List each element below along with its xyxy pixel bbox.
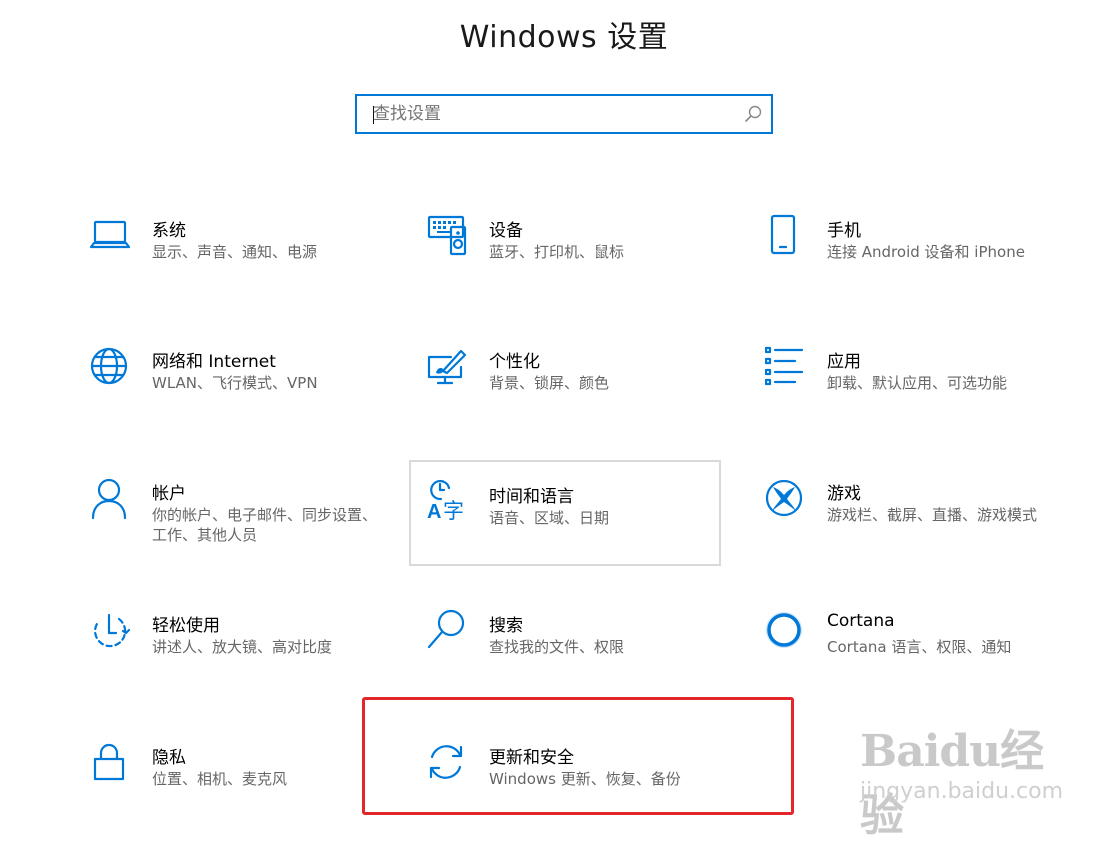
tile-name: 隐私 — [152, 748, 186, 768]
tile-personalization[interactable]: 个性化 背景、锁屏、颜色 — [427, 345, 739, 449]
tile-desc: 显示、声音、通知、电源 — [152, 243, 318, 261]
tile-privacy[interactable]: 隐私 位置、相机、麦克风 — [90, 741, 402, 845]
tile-accounts[interactable]: 帐户 你的帐户、电子邮件、同步设置、工作、其他人员 — [90, 477, 402, 581]
tile-desc: 蓝牙、打印机、鼠标 — [489, 243, 625, 261]
tile-apps[interactable]: 应用 卸载、默认应用、可选功能 — [765, 345, 1077, 449]
phone-icon — [770, 214, 796, 255]
globe-icon — [90, 347, 128, 385]
xbox-icon — [765, 479, 803, 517]
tile-desc: Cortana 语言、权限、通知 — [827, 638, 1012, 656]
search-magnifier-icon — [427, 609, 465, 649]
tile-desc: 卸载、默认应用、可选功能 — [827, 374, 1008, 392]
tile-desc: WLAN、飞行模式、VPN — [152, 374, 318, 392]
tile-cortana[interactable]: Cortana Cortana 语言、权限、通知 — [765, 609, 1077, 713]
keyboard-speaker-icon — [427, 215, 467, 256]
search-box[interactable] — [355, 94, 773, 134]
tile-desc: 语音、区域、日期 — [489, 509, 610, 527]
tile-name: 手机 — [827, 221, 861, 241]
laptop-icon — [90, 220, 131, 249]
tile-name: 搜索 — [489, 616, 523, 636]
tile-name: 个性化 — [489, 352, 540, 372]
tile-system[interactable]: 系统 显示、声音、通知、电源 — [90, 214, 402, 318]
tile-desc: 讲述人、放大镜、高对比度 — [152, 638, 333, 656]
tile-desc: 游戏栏、截屏、直播、游戏模式 — [827, 506, 1038, 524]
tile-name: 系统 — [152, 221, 186, 241]
tile-name: 网络和 Internet — [152, 352, 276, 372]
tile-name: 应用 — [827, 352, 861, 372]
cortana-icon — [766, 612, 802, 648]
tile-devices[interactable]: 设备 蓝牙、打印机、鼠标 — [427, 214, 739, 318]
tile-desc: 位置、相机、麦克风 — [152, 770, 288, 788]
lock-icon — [93, 743, 125, 781]
tile-desc: 你的帐户、电子邮件、同步设置、工作、其他人员 — [152, 506, 378, 544]
tile-name: 轻松使用 — [152, 616, 220, 636]
watermark-url: jingyan.baidu.com — [860, 779, 1064, 804]
watermark: Baidu经验 jingyan.baidu.com — [860, 715, 1070, 841]
svg-text:A: A — [427, 501, 441, 522]
tile-ease-of-access[interactable]: 轻松使用 讲述人、放大镜、高对比度 — [90, 609, 402, 713]
ease-of-access-icon — [94, 613, 131, 648]
clock-language-icon: A 字 — [427, 479, 464, 522]
highlight-annotation-box — [362, 697, 794, 815]
apps-list-icon — [765, 346, 804, 386]
tile-network[interactable]: 网络和 Internet WLAN、飞行模式、VPN — [90, 345, 402, 449]
tile-name: 设备 — [489, 221, 523, 241]
person-icon — [91, 478, 127, 520]
tile-name: 帐户 — [152, 484, 186, 504]
search-icon[interactable] — [743, 104, 763, 124]
tile-name: 时间和语言 — [489, 487, 574, 507]
paint-monitor-icon — [427, 349, 467, 385]
tile-desc: 连接 Android 设备和 iPhone — [827, 243, 1025, 261]
svg-text:字: 字 — [443, 499, 464, 522]
tile-gaming[interactable]: 游戏 游戏栏、截屏、直播、游戏模式 — [765, 477, 1077, 581]
search-input[interactable] — [373, 96, 733, 132]
tile-desc: 背景、锁屏、颜色 — [489, 374, 610, 392]
tile-time-language[interactable]: A 字 时间和语言 语音、区域、日期 — [409, 460, 721, 566]
tile-name: 游戏 — [827, 484, 861, 504]
tile-phone[interactable]: 手机 连接 Android 设备和 iPhone — [765, 214, 1077, 318]
tile-desc: 查找我的文件、权限 — [489, 638, 625, 656]
page-title: Windows 设置 — [459, 20, 669, 55]
tile-name: Cortana — [827, 611, 895, 631]
